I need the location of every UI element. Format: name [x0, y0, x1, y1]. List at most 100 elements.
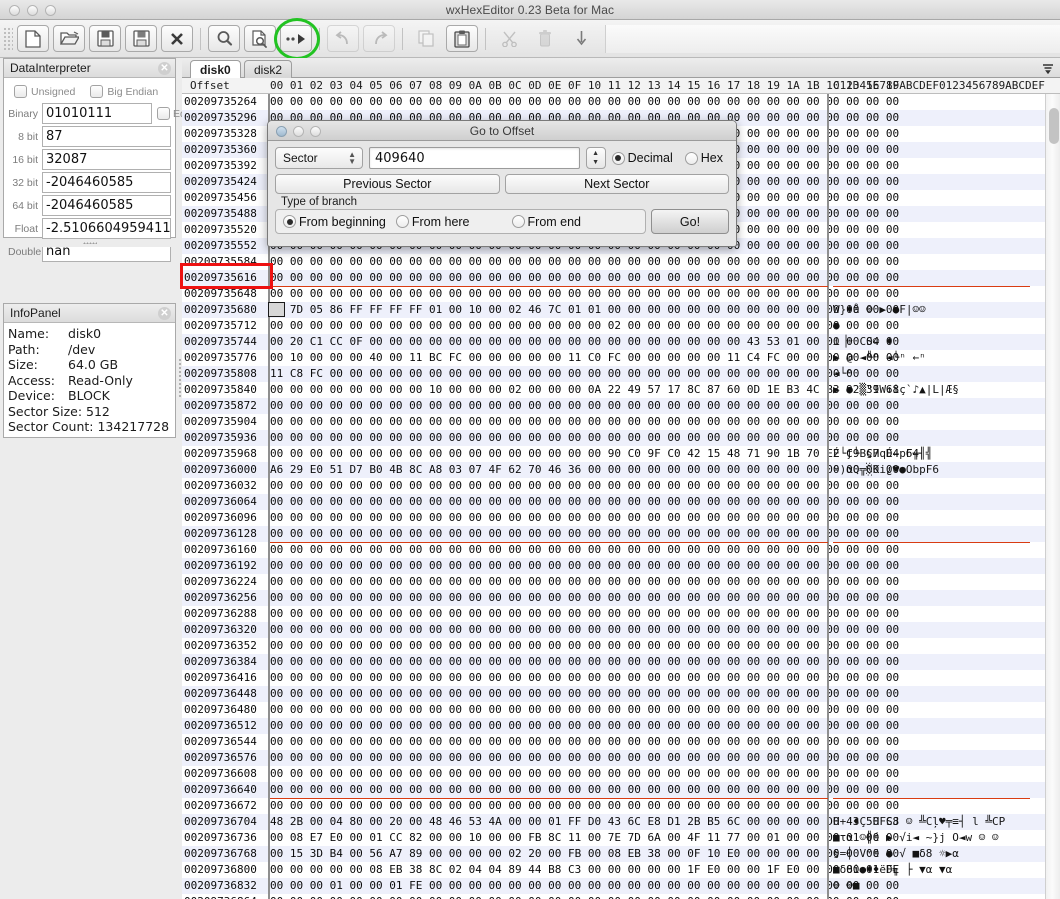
hex-row[interactable]: 00209736096 00 00 00 00 00 00 00 00 00 00… — [182, 510, 1060, 526]
from-here-radio[interactable] — [395, 215, 409, 228]
hex-row[interactable]: 00209736640 00 00 00 00 00 00 00 00 00 00… — [182, 782, 1060, 798]
hex-row-bytes[interactable]: 00 00 00 00 00 00 00 00 00 00 00 00 00 0… — [270, 654, 899, 670]
data-interpreter-close-icon[interactable]: ✕ — [158, 62, 171, 75]
offset-stepper[interactable]: ▲ ▼ — [585, 147, 606, 169]
toolbar-drag-grip[interactable] — [3, 26, 13, 51]
goto-dialog-minimize-button[interactable] — [293, 126, 304, 137]
float-input[interactable]: -2.5106604959411e-35 — [42, 218, 171, 239]
hex-row-bytes[interactable]: 00 00 00 00 00 00 00 00 00 00 00 00 00 0… — [270, 894, 899, 899]
hex-row-bytes[interactable]: 00 00 00 00 00 00 00 00 00 00 00 00 00 0… — [270, 718, 899, 734]
hex-row-bytes[interactable]: 00 00 00 00 00 00 00 00 00 00 00 00 00 0… — [270, 414, 899, 430]
hex-row-bytes[interactable]: 00 00 00 00 00 00 00 00 00 00 00 00 00 0… — [270, 94, 899, 110]
from-end-radio[interactable] — [511, 215, 525, 228]
hex-row-bytes[interactable]: 00 00 00 00 00 00 00 00 00 00 00 00 00 0… — [270, 446, 919, 462]
hex-row[interactable]: 00209736416 00 00 00 00 00 00 00 00 00 00… — [182, 670, 1060, 686]
hex-row[interactable]: 00209735776 00 10 00 00 00 40 00 11 BC FC… — [182, 350, 1060, 366]
hex-row-bytes[interactable]: 00 00 00 00 00 00 00 00 00 00 00 00 00 0… — [270, 398, 899, 414]
selected-byte-cursor[interactable] — [268, 302, 285, 317]
unsigned-checkbox[interactable] — [14, 85, 27, 98]
delete-button[interactable] — [529, 25, 561, 52]
hex-row[interactable]: 00209736768 00 15 3D B4 00 56 A7 89 00 00… — [182, 846, 1060, 862]
hex-row-ascii[interactable]: ■τα ☺╢é ▶ √i◄ ~}j O◄w ☺ ☺ — [833, 830, 999, 846]
close-file-button[interactable] — [161, 25, 193, 52]
new-file-button[interactable] — [17, 25, 49, 52]
hex-row-ascii[interactable]: ▶ ● ▒"IW↕îç`♪▲|L|Æ§ — [833, 382, 959, 398]
hex-row-bytes[interactable]: 00 00 00 00 00 00 00 00 00 00 00 00 00 0… — [270, 766, 899, 782]
hex-row-bytes[interactable]: 00 00 00 00 00 00 00 00 00 00 00 00 00 0… — [270, 622, 899, 638]
hex-row-ascii[interactable]: W}♦å ☺ ▶ ●F|☺☺ — [833, 302, 926, 318]
hex-row-ascii[interactable]: É└ƒ└B§HqÉ←pΓ╥╢╣ — [833, 446, 932, 462]
tab-list-chevron-down-icon[interactable] — [1042, 62, 1054, 74]
offset-input[interactable]: 409640 — [369, 147, 580, 169]
hex-row-bytes[interactable]: 00 00 00 00 00 00 00 00 00 00 00 00 00 0… — [270, 478, 899, 494]
hex-row[interactable]: 00209736832 00 00 00 01 00 00 01 FE 00 00… — [182, 878, 1060, 894]
hex-row[interactable]: 00209736256 00 00 00 00 00 00 00 00 00 00… — [182, 590, 1060, 606]
hex-row[interactable]: 00209736000 A6 29 E0 51 D7 B0 4B 8C A8 03… — [182, 462, 1060, 478]
hex-row[interactable]: 00209735648 00 00 00 00 00 00 00 00 00 00… — [182, 286, 1060, 302]
save-as-button[interactable] — [125, 25, 157, 52]
int8-input[interactable]: 87 — [42, 126, 171, 147]
from-beginning-radio-group[interactable]: From beginning — [283, 215, 392, 229]
hex-row[interactable]: 00209736064 00 00 00 00 00 00 00 00 00 00… — [182, 494, 1060, 510]
hex-scrollbar-thumb[interactable] — [1049, 108, 1059, 144]
hex-row-bytes[interactable]: 00 00 00 00 00 00 00 00 00 00 00 00 00 0… — [270, 254, 899, 270]
hex-row[interactable]: 00209736384 00 00 00 00 00 00 00 00 00 00… — [182, 654, 1060, 670]
hex-row-ascii[interactable]: ⊥▕☼ CS☺ ♦ — [833, 334, 893, 350]
edit-checkbox[interactable] — [157, 107, 170, 120]
int64-input[interactable]: -2046460585 — [42, 195, 171, 216]
hex-row-bytes[interactable]: 00 10 00 00 00 40 00 11 BC FC 00 00 00 0… — [270, 350, 899, 366]
hex-row[interactable]: 00209735680 57 7D 05 86 FF FF FF FF 01 00… — [182, 302, 1060, 318]
hex-row[interactable]: 00209736704 48 2B 00 04 80 00 20 00 48 46… — [182, 814, 1060, 830]
unsigned-checkbox-group[interactable]: Unsigned — [14, 85, 75, 98]
hex-row[interactable]: 00209735936 00 00 00 00 00 00 00 00 00 00… — [182, 430, 1060, 446]
undo-button[interactable] — [327, 25, 359, 52]
redo-button[interactable] — [363, 25, 395, 52]
goto-dialog-zoom-button[interactable] — [310, 126, 321, 137]
hex-row-bytes[interactable]: 00 00 00 00 00 00 00 00 10 00 00 00 02 0… — [270, 382, 899, 398]
hex-row[interactable]: 00209736192 00 00 00 00 00 00 00 00 00 00… — [182, 558, 1060, 574]
hex-row[interactable]: 00209735904 00 00 00 00 00 00 00 00 00 00… — [182, 414, 1060, 430]
next-sector-button[interactable]: Next Sector — [504, 174, 729, 194]
hex-row-bytes[interactable]: 00 00 00 00 00 00 00 00 00 00 00 00 00 0… — [270, 270, 899, 286]
window-traffic-lights[interactable] — [9, 5, 56, 16]
big-endian-checkbox[interactable] — [90, 85, 104, 98]
hex-row[interactable]: 00209736800 00 00 00 00 00 08 EB 38 8C 02… — [182, 862, 1060, 878]
hex-row-bytes[interactable]: 00 00 00 00 00 00 00 00 00 00 00 00 00 0… — [270, 590, 899, 606]
hex-row-bytes[interactable]: 48 2B 00 04 80 00 20 00 48 46 53 4A 00 0… — [270, 814, 899, 830]
hex-row-bytes[interactable]: 00 00 00 00 00 00 00 00 00 00 00 00 00 0… — [270, 798, 899, 814]
hex-row[interactable]: 00209735616 00 00 00 00 00 00 00 00 00 00… — [182, 270, 1060, 286]
hex-row-bytes[interactable]: 00 00 00 00 00 00 00 00 00 00 00 00 00 0… — [270, 750, 899, 766]
save-button[interactable] — [89, 25, 121, 52]
open-file-button[interactable] — [53, 25, 85, 52]
int16-input[interactable]: 32087 — [42, 149, 171, 170]
hex-row-bytes[interactable]: 57 7D 05 86 FF FF FF FF 01 00 10 00 02 4… — [270, 302, 899, 318]
hex-row-bytes[interactable]: 00 00 00 00 00 00 00 00 00 00 00 00 00 0… — [270, 286, 899, 302]
hex-row[interactable]: 00209735968 00 00 00 00 00 00 00 00 00 00… — [182, 446, 1060, 462]
hex-row-bytes[interactable]: 00 00 00 00 00 00 00 00 00 00 00 00 00 0… — [270, 558, 899, 574]
copy-button[interactable] — [410, 25, 442, 52]
goto-dialog-traffic-lights[interactable] — [276, 126, 321, 137]
goto-offset-button[interactable] — [274, 18, 320, 60]
hex-row-bytes[interactable]: 00 00 00 00 00 00 00 00 00 00 00 00 00 0… — [270, 734, 899, 750]
hex-row[interactable]: 00209736352 00 00 00 00 00 00 00 00 00 00… — [182, 638, 1060, 654]
minimize-window-button[interactable] — [27, 5, 38, 16]
hex-row-bytes[interactable]: 00 00 00 00 00 00 00 00 00 00 00 00 00 0… — [270, 686, 899, 702]
binary-input[interactable]: 01010111 — [42, 103, 152, 124]
hex-row[interactable]: 00209735584 00 00 00 00 00 00 00 00 00 00… — [182, 254, 1060, 270]
hex-radio[interactable] — [684, 151, 698, 165]
hex-row-ascii[interactable]: ● — [833, 318, 840, 334]
hex-row[interactable]: 00209735264 00 00 00 00 00 00 00 00 00 00… — [182, 94, 1060, 110]
hex-row-bytes[interactable]: 00 00 00 00 00 00 00 00 00 00 00 00 00 0… — [270, 670, 899, 686]
download-button[interactable] — [565, 25, 597, 52]
goto-dialog-close-button[interactable] — [276, 126, 287, 137]
hex-row-bytes[interactable]: 00 00 00 00 00 08 EB 38 8C 02 04 04 89 4… — [270, 862, 899, 878]
hex-row-bytes[interactable]: 00 00 00 00 00 00 00 00 00 00 00 00 00 0… — [270, 510, 899, 526]
decimal-radio-group[interactable]: Decimal — [611, 151, 679, 165]
hex-row-bytes[interactable]: 00 00 00 00 00 00 00 00 00 00 00 00 00 0… — [270, 782, 899, 798]
paste-button[interactable] — [446, 25, 478, 52]
hex-row[interactable]: 00209736512 00 00 00 00 00 00 00 00 00 00… — [182, 718, 1060, 734]
hex-row[interactable]: 00209736672 00 00 00 00 00 00 00 00 00 00… — [182, 798, 1060, 814]
hex-row-bytes[interactable]: 00 00 00 00 00 00 00 00 00 00 00 00 00 0… — [270, 542, 899, 558]
int32-input[interactable]: -2046460585 — [42, 172, 171, 193]
hex-row[interactable]: 00209736608 00 00 00 00 00 00 00 00 00 00… — [182, 766, 1060, 782]
